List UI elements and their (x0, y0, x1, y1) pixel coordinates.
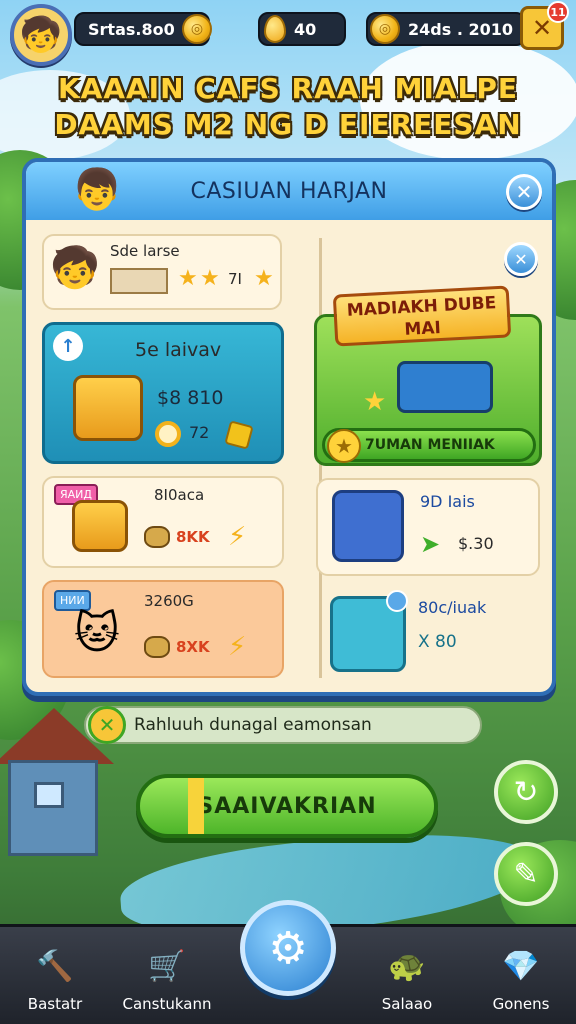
featured-offer-button[interactable]: ★ 7UMAN MENIIAK (322, 428, 536, 463)
shop-item-2-title: 5e laivav (135, 339, 222, 361)
turtle-icon: 🐢 (388, 948, 426, 984)
shop-item-6-title: 80c/iuak (418, 598, 487, 617)
lightning-icon: ⚡ (228, 632, 247, 662)
star-icon: ★ (200, 266, 220, 291)
nav-item-3-label: Salaao (381, 995, 433, 1013)
shop-item-1-title: Sde larse (110, 242, 180, 260)
featured-banner: MADIAKH DUBE MAI (332, 285, 512, 347)
truck-icon (397, 361, 493, 413)
green-arrow-icon: ➤ (420, 530, 441, 558)
shop-item-3-title: 8I0aca (154, 486, 205, 504)
coin-icon: ◎ (370, 14, 400, 44)
info-bar: ✕ Rahluuh dunagal eamonsan (84, 706, 482, 744)
nav-item-2[interactable]: 🛒 Canstukann (112, 927, 222, 1024)
shop-item-4-title: 3260G (144, 592, 194, 610)
cat-character-icon: 🐱 (74, 608, 120, 659)
panel-title: CASIUAN HARJAN (190, 178, 388, 204)
shop-item-4-value: 8XK (176, 638, 210, 656)
shop-item-5-title: 9D Iais (420, 492, 475, 511)
shop-item-6[interactable]: 80c/iuak X 80 (316, 586, 540, 678)
star-icon: ★ (363, 387, 387, 417)
robot-box-icon (332, 490, 404, 562)
nav-item-1[interactable]: 🔨 Bastatr (0, 927, 110, 1024)
resource-1-value: Srtas.8o0 (88, 19, 175, 39)
shop-item-5-price: $.30 (458, 534, 494, 553)
shop-item-6-price: X 80 (418, 632, 457, 652)
nav-item-4-label: Gonens (492, 995, 550, 1013)
resource-3-value: 24ds . 2010 (408, 19, 513, 39)
hammer-icon: 🔨 (36, 948, 74, 984)
coin-icon: ◎ (182, 14, 212, 44)
arrow-up-icon: ↑ (53, 331, 83, 361)
wrench-icon[interactable]: ✎ (494, 842, 558, 906)
headline-line-2: DAAMS M2 NG D EIEREESAN (54, 108, 522, 141)
lightning-icon: ⚡ (228, 522, 247, 552)
gem-icon: 💎 (502, 948, 540, 984)
resource-counter-1: Srtas.8o0 ◎ (74, 12, 212, 46)
robot-crate-icon (73, 375, 143, 441)
panel-header: 👦 CASIUAN HARJAN (26, 162, 552, 220)
clock-icon (155, 421, 181, 447)
main-action-label: SAAIVAKRIAN (197, 793, 377, 819)
shop-item-4[interactable]: НИИ 🐱 3260G 8XK ⚡ (42, 580, 284, 678)
house-wall (8, 760, 98, 856)
refresh-icon[interactable]: ↻ (494, 760, 558, 824)
shop-item-5[interactable]: 9D Iais ➤ $.30 (316, 478, 540, 576)
avatar-icon: 🧒 (50, 245, 100, 291)
info-bar-text: Rahluuh dunagal eamonsan (134, 715, 372, 735)
resource-2-value: 40 (294, 19, 317, 39)
map-icon (110, 268, 168, 294)
gold-cube-icon (224, 420, 254, 450)
shop-item-3[interactable]: ЯАИД 8I0aca 8KK ⚡ (42, 476, 284, 568)
robot-crate-icon (72, 500, 128, 552)
house-window (34, 782, 64, 808)
shop-panel: 👦 CASIUAN HARJAN ✕ 🧒 Sde larse ★ ★ 7I ★ … (22, 158, 556, 696)
settings-gear-icon[interactable]: ⚙ (240, 900, 336, 996)
info-badge-icon (386, 590, 408, 612)
nav-item-1-label: Bastatr (27, 995, 83, 1013)
shop-item-2[interactable]: ↑ 5e laivav $8 810 72 (42, 322, 284, 464)
shop-item-3-value: 8KK (176, 528, 210, 546)
check-icon: ✕ (88, 706, 126, 744)
hero-character-icon: 👦 (72, 167, 122, 213)
shop-item-1-value: 7I (228, 270, 242, 288)
resource-counter-2: 40 (258, 12, 346, 46)
main-action-button[interactable]: SAAIVAKRIAN (136, 774, 438, 838)
star-icon: ★ (178, 266, 198, 291)
notification-badge: 11 (547, 1, 569, 23)
pot-icon (144, 526, 170, 548)
gold-drop-icon (264, 15, 286, 43)
star-icon: ★ (254, 266, 274, 291)
player-avatar[interactable]: 🧒 (10, 4, 72, 66)
nav-item-3[interactable]: 🐢 Salaao (352, 927, 462, 1024)
nav-item-2-label: Canstukann (122, 995, 212, 1013)
star-badge-icon: ★ (327, 429, 361, 463)
inner-close-button[interactable]: ✕ (504, 242, 538, 276)
close-x-icon[interactable]: ✕ 11 (520, 1, 569, 50)
pot-icon (144, 636, 170, 658)
shop-item-2-price: $8 810 (157, 387, 224, 409)
resource-counter-3: ◎ 24ds . 2010 (366, 12, 526, 46)
featured-button-label: 7UMAN MENIIAK (365, 437, 495, 453)
shop-item-2-count: 72 (189, 423, 210, 442)
headline-line-1: KAAAIN CAFS RAAH MIALPE (57, 72, 519, 105)
shop-item-1[interactable]: 🧒 Sde larse ★ ★ 7I ★ (42, 234, 282, 310)
cart-icon: 🛒 (148, 948, 186, 984)
button-stripe (188, 778, 204, 834)
nav-item-4[interactable]: 💎 Gonens (466, 927, 576, 1024)
panel-close-button[interactable]: ✕ (506, 174, 542, 210)
